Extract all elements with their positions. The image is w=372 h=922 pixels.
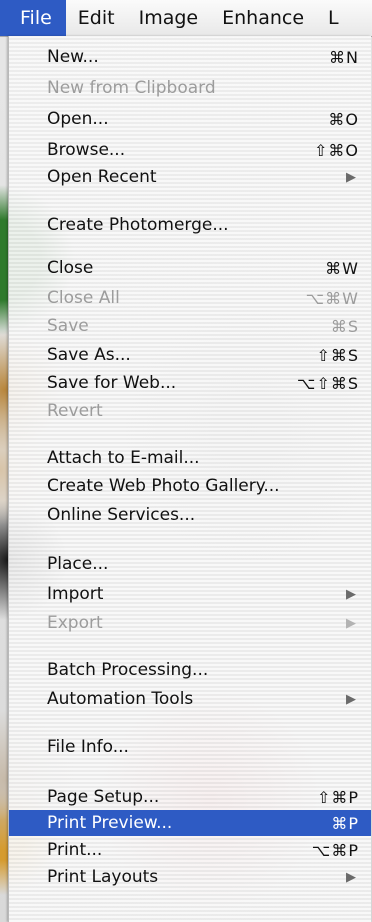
menu-item-print[interactable]: Print... ⌥⌘P [9,837,371,863]
menu-item-label: File Info... [47,737,129,757]
menu-item-export: Export ▶ [9,610,371,636]
submenu-arrow-icon: ▶ [346,691,356,707]
menu-item-import[interactable]: Import ▶ [9,581,371,607]
menu-item-label: Open Recent [47,167,157,187]
menu-item-label: Save As... [47,345,131,365]
menu-item-label: Place... [47,554,109,574]
menu-item-label: Attach to E-mail... [47,448,200,468]
menu-item-label: Print Layouts [47,867,159,887]
menu-item-print-preview[interactable]: Print Preview... ⌘P [9,810,371,836]
menu-item-close[interactable]: Close ⌘W [9,255,371,281]
menu-item-close-all: Close All ⌥⌘W [9,285,371,311]
menu-item-automation-tools[interactable]: Automation Tools ▶ [9,686,371,712]
menu-item-label: Close All [47,288,120,308]
submenu-arrow-icon: ▶ [346,586,356,602]
menu-item-create-web-photo-gallery[interactable]: Create Web Photo Gallery... [9,473,371,499]
menu-item-label: Export [47,613,103,633]
menu-edit[interactable]: Edit [66,0,127,36]
menu-enhance[interactable]: Enhance [210,0,316,36]
shortcut-label: ⌘S [330,316,359,336]
menu-item-new-from-clipboard: New from Clipboard [9,75,371,101]
menu-item-label: Page Setup... [47,787,160,807]
menu-item-label: Open... [47,109,109,129]
shortcut-label: ⌥⌘P [311,840,359,860]
menu-item-label: Automation Tools [47,689,194,709]
menu-item-attach-to-email[interactable]: Attach to E-mail... [9,445,371,471]
menu-item-label: Online Services... [47,505,196,525]
menu-item-label: Print Preview... [47,813,173,833]
shortcut-label: ⇧⌘P [316,787,359,807]
menu-item-revert: Revert [9,398,371,424]
menu-item-online-services[interactable]: Online Services... [9,502,371,528]
menu-item-open-recent[interactable]: Open Recent ▶ [9,164,371,190]
menu-item-label: Close [47,258,94,278]
shortcut-label: ⌥⌘W [305,288,359,308]
menu-item-label: Revert [47,401,103,421]
menu-item-label: Save [47,316,89,336]
menu-item-new[interactable]: New... ⌘N [9,44,371,70]
menu-item-browse[interactable]: Browse... ⇧⌘O [9,137,371,163]
menu-item-save-as[interactable]: Save As... ⇧⌘S [9,342,371,368]
shortcut-label: ⌘P [331,813,359,833]
shortcut-label: ⌥⇧⌘S [297,373,359,393]
file-menu-dropdown: New... ⌘N New from Clipboard Open... ⌘O … [8,36,371,922]
menu-item-save: Save ⌘S [9,313,371,339]
shortcut-label: ⌘W [325,258,359,278]
menu-bar: File Edit Image Enhance L [0,0,372,37]
menu-item-label: Import [47,584,104,604]
menu-item-label: Batch Processing... [47,660,209,680]
submenu-arrow-icon: ▶ [346,615,356,631]
menu-item-label: Create Photomerge... [47,215,229,235]
shortcut-label: ⇧⌘S [316,345,359,365]
app-screen: File Edit Image Enhance L New... ⌘N New … [0,0,372,922]
menu-item-label: Print... [47,840,103,860]
menu-item-print-layouts[interactable]: Print Layouts ▶ [9,864,371,890]
menu-item-label: New from Clipboard [47,78,216,98]
shortcut-label: ⌘O [328,109,359,129]
menu-item-label: Create Web Photo Gallery... [47,476,280,496]
menu-item-page-setup[interactable]: Page Setup... ⇧⌘P [9,784,371,810]
menu-item-batch-processing[interactable]: Batch Processing... [9,657,371,683]
menu-item-label: Browse... [47,140,126,160]
menu-item-save-for-web[interactable]: Save for Web... ⌥⇧⌘S [9,370,371,396]
menu-item-file-info[interactable]: File Info... [9,734,371,760]
submenu-arrow-icon: ▶ [346,169,356,185]
menu-layer-partial[interactable]: L [316,0,351,36]
menu-item-label: New... [47,47,99,67]
menu-item-label: Save for Web... [47,373,177,393]
shortcut-label: ⌘N [329,47,359,67]
menu-image[interactable]: Image [127,0,211,36]
menu-item-open[interactable]: Open... ⌘O [9,106,371,132]
menu-item-place[interactable]: Place... [9,551,371,577]
submenu-arrow-icon: ▶ [346,869,356,885]
menu-item-create-photomerge[interactable]: Create Photomerge... [9,212,371,238]
shortcut-label: ⇧⌘O [314,140,359,160]
menu-file[interactable]: File [0,0,66,36]
